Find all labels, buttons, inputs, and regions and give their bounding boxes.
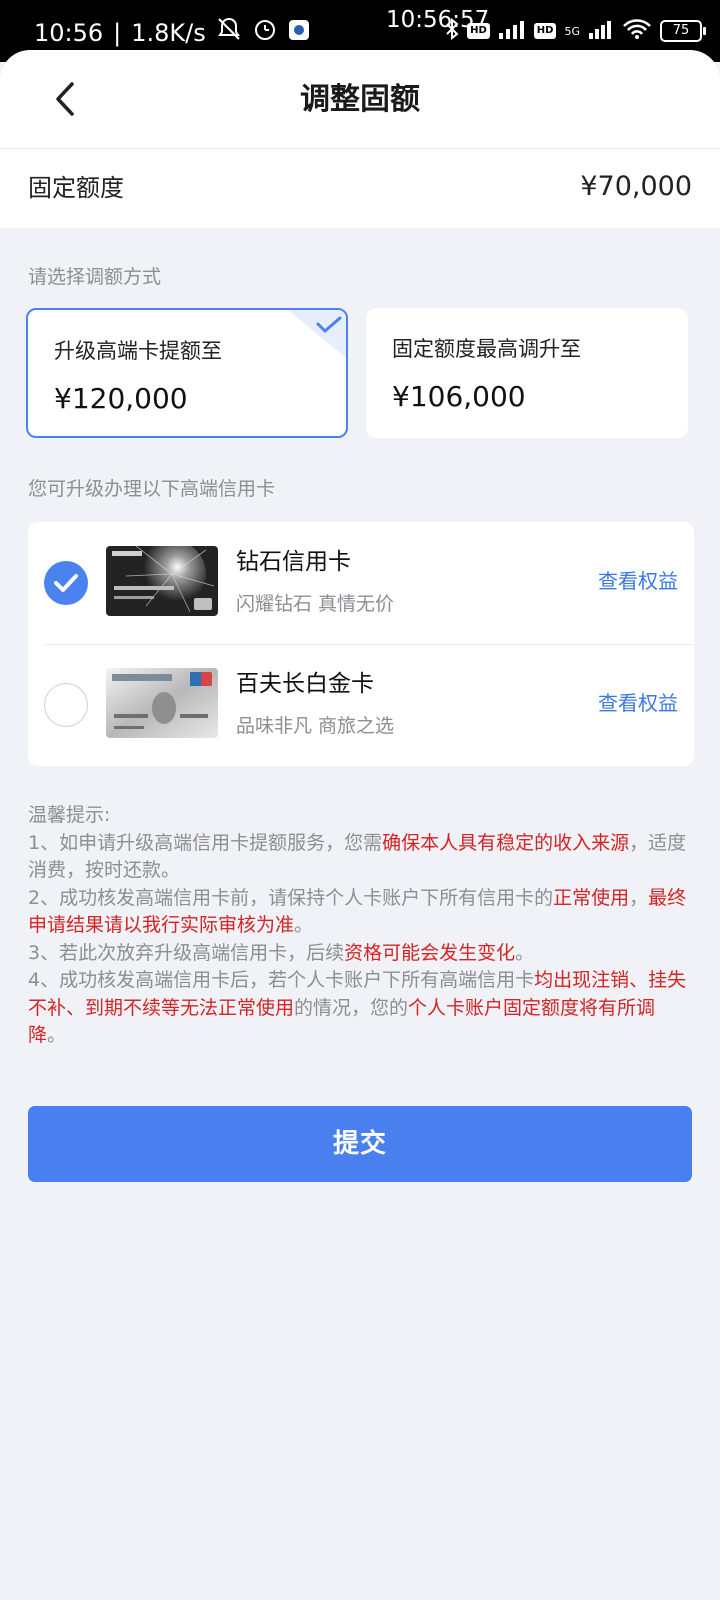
centurion-card-name: 百夫长白金卡 [236,671,374,697]
tip-item-1: 1、如申请升级高端信用卡提额服务，您需确保本人具有稳定的收入来源，适度消费，按时… [28,830,692,885]
app-notification-icon [288,17,310,49]
tip-3-text-a: 3、若此次放弃升级高端信用卡，后续 [28,941,345,964]
tip-1-text-a: 1、如申请升级高端信用卡提额服务，您需 [28,831,383,854]
option-upgrade-label: 升级高端卡提额至 [54,339,222,363]
option-fixed-raise-value: ¥106,000 [392,380,526,413]
tip-2-highlight-1: 正常使用 [553,886,630,909]
hd-badge-2: HD [533,23,557,39]
page-header: 调整固额 [0,50,720,149]
centurion-card-benefits-link[interactable]: 查看权益 [598,688,678,718]
status-speed: 1.8K/s [131,19,206,47]
tip-3-text-c: 。 [515,941,535,964]
alarm-icon [252,16,278,50]
network-5g-label: 5G [564,24,580,38]
tip-4-text-e: 。 [47,1024,67,1046]
tip-2-text-e: 。 [294,914,314,936]
hd-badge-1: HD [467,23,490,39]
tip-4-text-a: 4、成功核发高端信用卡后，若个人卡账户下所有高端信用卡 [28,969,535,991]
diamond-card-benefits-link[interactable]: 查看权益 [598,566,678,596]
tip-2-text-c: ， [629,886,649,909]
centurion-card-slogan: 品味非凡 商旅之选 [236,715,395,737]
fixed-limit-row: 固定额度 ¥70,000 [0,149,720,228]
fixed-limit-label: 固定额度 [28,174,124,202]
signal-5g-icon [588,19,614,43]
status-right: HD HD 5G 75 [445,17,706,44]
option-upgrade-card[interactable]: 升级高端卡提额至 ¥120,000 [26,308,348,438]
diamond-card-name: 钻石信用卡 [236,549,351,575]
tip-item-2: 2、成功核发高端信用卡前，请保持个人卡账户下所有信用卡的正常使用，最终申请结果请… [28,885,692,940]
status-left: 10:56 | 1.8K/s [34,16,310,50]
diamond-card-image [106,546,218,616]
status-separator: | [113,19,122,47]
submit-button[interactable]: 提交 [28,1106,692,1182]
tips-block: 温馨提示: 1、如申请升级高端信用卡提额服务，您需确保本人具有稳定的收入来源，适… [28,802,692,1050]
option-fixed-raise-label: 固定额度最高调升至 [392,337,581,361]
fixed-limit-value: ¥70,000 [580,171,692,202]
adjust-method-hint: 请选择调额方式 [28,266,162,288]
option-fixed-raise[interactable]: 固定额度最高调升至 ¥106,000 [366,308,688,438]
bluetooth-icon [445,17,459,44]
tip-4-text-c: 的情况，您的 [294,996,409,1019]
card-row-centurion[interactable]: 百夫长白金卡 品味非凡 商旅之选 查看权益 [28,644,694,766]
tip-item-3: 3、若此次放弃升级高端信用卡，后续资格可能会发生变化。 [28,940,692,968]
wifi-icon [622,18,652,44]
diamond-card-slogan: 闪耀钻石 真情无价 [236,593,395,615]
page-title: 调整固额 [300,82,420,117]
option-upgrade-value: ¥120,000 [54,382,188,415]
card-list-hint: 您可升级办理以下高端信用卡 [28,478,276,500]
card-row-diamond[interactable]: 钻石信用卡 闪耀钻石 真情无价 查看权益 [28,522,694,644]
battery-indicator: 75 [660,20,706,42]
centurion-card-image [106,668,218,738]
tip-item-4: 4、成功核发高端信用卡后，若个人卡账户下所有高端信用卡均出现注销、挂失不补、到期… [28,967,692,1050]
signal-icon [498,19,526,43]
radio-checked-icon[interactable] [44,561,88,605]
status-time: 10:56 [34,19,104,47]
tip-1-highlight: 确保本人具有稳定的收入来源 [382,831,630,854]
tip-3-highlight: 资格可能会发生变化 [344,941,516,964]
credit-card-list: 钻石信用卡 闪耀钻石 真情无价 查看权益 百夫长白金卡 品味非凡 商旅之选 查看… [28,522,694,766]
tips-title: 温馨提示: [28,804,111,826]
tip-2-text-a: 2、成功核发高端信用卡前，请保持个人卡账户下所有信用卡的 [28,886,554,909]
mute-bell-icon [216,16,242,50]
radio-unchecked-icon[interactable] [44,683,88,727]
check-corner-icon [288,310,346,358]
